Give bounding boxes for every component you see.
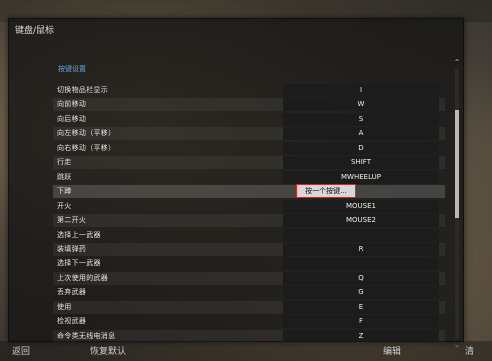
binding-row[interactable]: 上次使用的武器 Q	[53, 271, 445, 285]
clear-button[interactable]: 清	[465, 344, 474, 357]
binding-key-field[interactable]: R	[283, 242, 439, 256]
binding-key-field[interactable]: I	[283, 84, 439, 97]
binding-action-label: 装填弹药	[57, 244, 87, 253]
binding-key-field[interactable]: F	[283, 315, 439, 329]
binding-action-label: 使用	[57, 302, 72, 311]
binding-row[interactable]: 行走 SHIFT	[53, 156, 445, 170]
binding-key-field[interactable]: SHIFT	[283, 156, 439, 170]
scrollbar[interactable]: ⌃ ⌄	[453, 59, 461, 349]
binding-row[interactable]: 选择下一武器	[53, 257, 445, 271]
binding-row[interactable]: 检视武器 F	[53, 315, 445, 329]
scroll-track[interactable]	[455, 69, 459, 339]
binding-row[interactable]: 开火 MOUSE1	[53, 199, 445, 213]
binding-row[interactable]: 下蹲 按一个按键...	[53, 184, 445, 199]
binding-row[interactable]: 切换物品栏显示 I	[53, 84, 445, 97]
binding-action-label: 向左移动（平移）	[57, 129, 116, 138]
binding-row[interactable]: 跳跃 MWHEELUP	[53, 170, 445, 184]
binding-action-label: 选择上一武器	[57, 230, 101, 239]
binding-row[interactable]: 丢弃武器 G	[53, 286, 445, 300]
binding-row[interactable]: 向右移动（平移） D	[53, 141, 445, 155]
binding-key-field[interactable]: G	[283, 286, 439, 300]
restore-defaults-button[interactable]: 恢复默认	[90, 344, 126, 357]
binding-key-field[interactable]: A	[283, 127, 439, 141]
binding-key-field[interactable]: W	[283, 98, 439, 112]
binding-row[interactable]: 向前移动 W	[53, 98, 445, 112]
binding-action-label: 命令类无线电消息	[57, 331, 116, 340]
binding-key-field[interactable]: S	[283, 112, 439, 126]
binding-row[interactable]: 选择上一武器	[53, 228, 445, 242]
dialog-title: 键盘/鼠标	[15, 26, 55, 36]
binding-key-field[interactable]	[283, 228, 439, 242]
binding-action-label: 检视武器	[57, 317, 87, 326]
binding-action-label: 上次使用的武器	[57, 273, 109, 282]
binding-key-field[interactable]: MOUSE2	[283, 214, 439, 228]
bindings-list: 按键设置 切换物品栏显示 I 向前移动 W 向后移动 S 向左移动（平移） A 向右移动（平移）…	[47, 52, 445, 342]
edit-button[interactable]: 编辑	[383, 344, 401, 357]
binding-key-field[interactable]: MWHEELUP	[283, 170, 439, 184]
scroll-thumb[interactable]	[455, 109, 459, 218]
binding-row[interactable]: 向后移动 S	[53, 112, 445, 126]
binding-action-label: 下蹲	[57, 187, 72, 196]
keyboard-mouse-dialog: 键盘/鼠标 按键设置 切换物品栏显示 I 向前移动 W 向后移动 S 向左移动（平移） A 向右…	[8, 18, 464, 349]
binding-key-field[interactable]	[283, 257, 439, 271]
binding-action-label: 向右移动（平移）	[57, 143, 116, 152]
footer-bar: 返回 恢复默认 编辑 清	[0, 341, 492, 361]
binding-action-label: 跳跃	[57, 172, 72, 181]
binding-action-label: 第二开火	[57, 216, 87, 225]
binding-row[interactable]: 向左移动（平移） A	[53, 127, 445, 141]
key-capture-field[interactable]: 按一个按键...	[296, 184, 356, 199]
binding-action-label: 开火	[57, 201, 72, 210]
binding-key-field[interactable]: D	[283, 141, 439, 155]
binding-key-field[interactable]: E	[283, 300, 439, 314]
binding-row[interactable]: 装填弹药 R	[53, 242, 445, 256]
scroll-up-icon[interactable]: ⌃	[453, 59, 461, 67]
binding-key-field[interactable]: MOUSE1	[283, 199, 439, 213]
binding-action-label: 行走	[57, 158, 72, 167]
back-button[interactable]: 返回	[12, 344, 30, 357]
binding-key-field[interactable]: Q	[283, 271, 439, 285]
binding-action-label: 丢弃武器	[57, 288, 87, 297]
binding-action-label: 选择下一武器	[57, 259, 101, 268]
binding-action-label: 向前移动	[57, 100, 87, 109]
binding-row[interactable]: 第二开火 MOUSE2	[53, 214, 445, 228]
binding-action-label: 向后移动	[57, 114, 87, 123]
binding-row[interactable]: 使用 E	[53, 300, 445, 314]
section-title: 按键设置	[58, 65, 86, 73]
binding-action-label: 切换物品栏显示	[57, 86, 109, 94]
